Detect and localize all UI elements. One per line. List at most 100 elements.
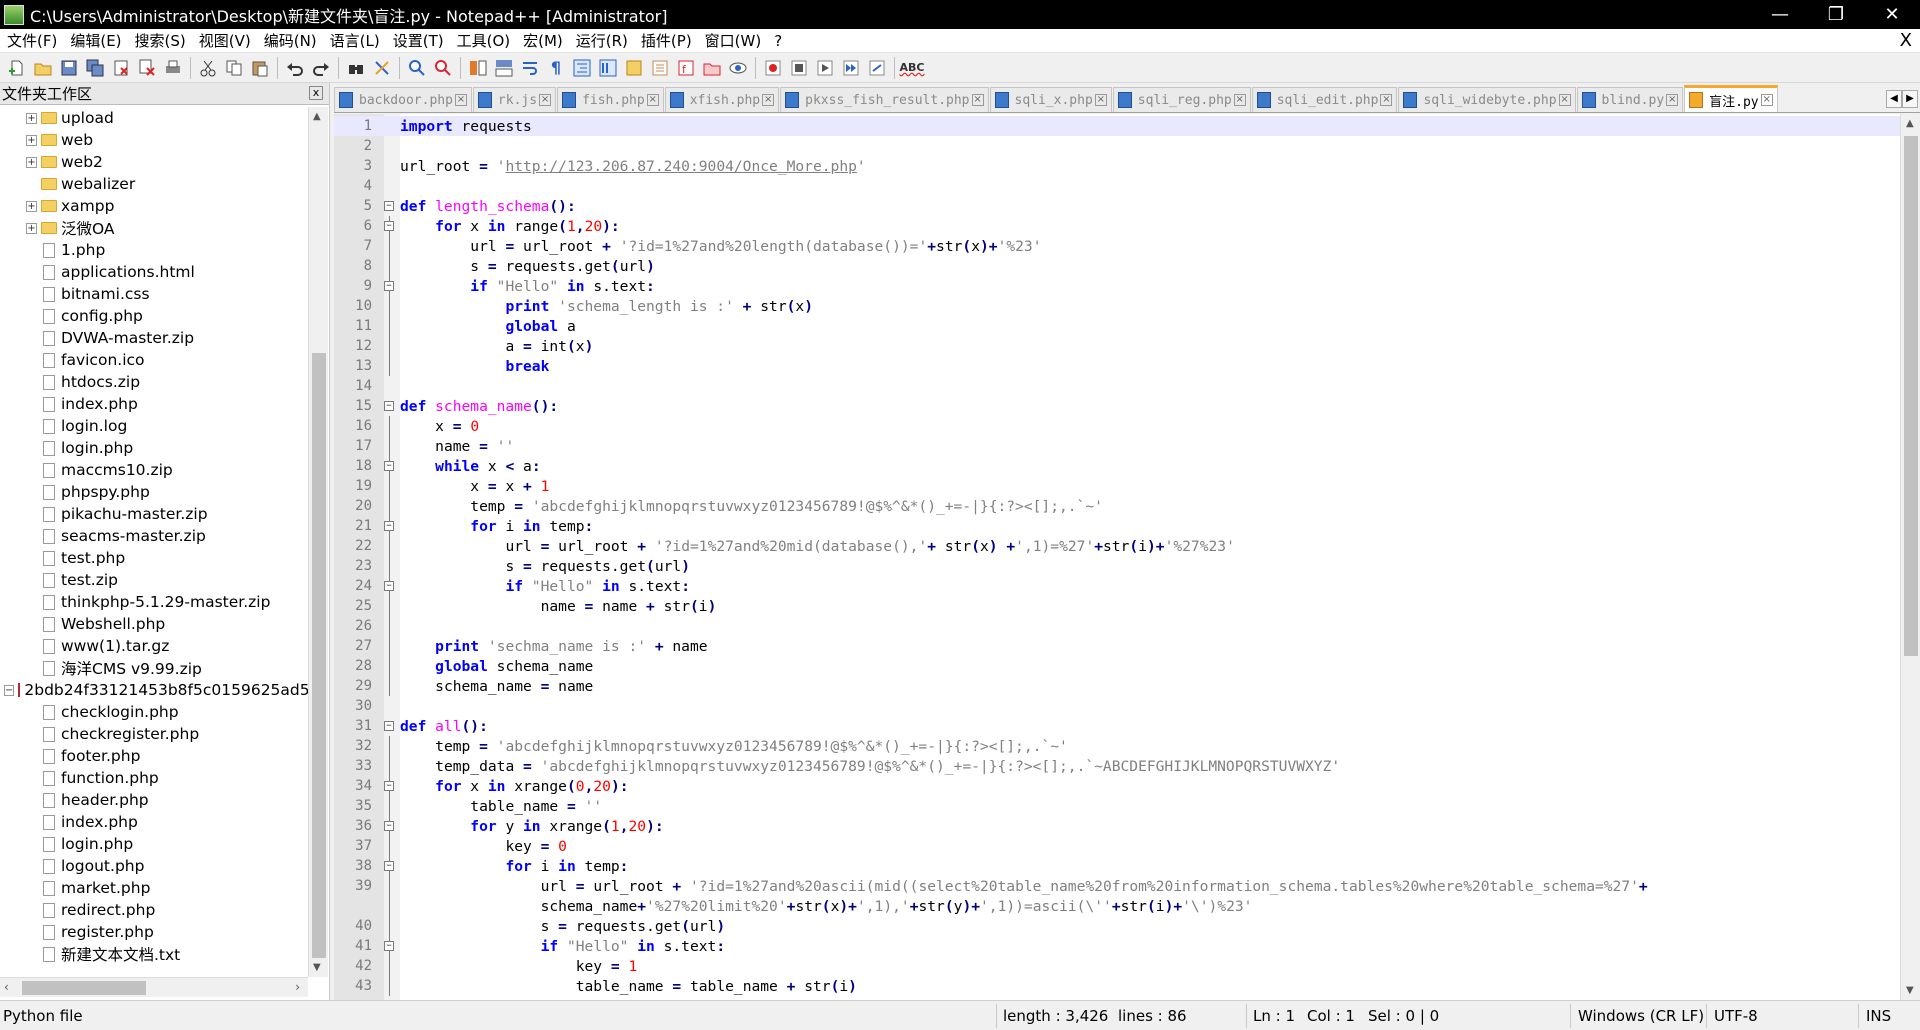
tree-folder-item[interactable]: + 泛微OA [0, 217, 308, 239]
collapse-icon[interactable]: − [4, 684, 15, 696]
record-macro-icon[interactable] [762, 57, 784, 79]
tree-file-item[interactable]: htdocs.zip [0, 371, 308, 393]
tree-file-item[interactable]: index.php [0, 811, 308, 833]
tree-file-item[interactable]: pikachu-master.zip [0, 503, 308, 525]
fold-marker[interactable]: − [372, 816, 400, 836]
code-line[interactable]: 33 temp_data = 'abcdefghijklmnopqrstuvwx… [334, 756, 1900, 776]
tree-folder-item[interactable]: + upload [0, 107, 308, 129]
open-file-icon[interactable] [32, 57, 54, 79]
tab-scroll-left-icon[interactable]: ◀ [1886, 90, 1902, 108]
fold-marker[interactable]: − [372, 716, 400, 736]
code-line[interactable]: 42 key = 1 [334, 956, 1900, 976]
document-tab[interactable]: xfish.php × [664, 87, 780, 112]
code-line[interactable]: 6 − for x in range(1,20): [334, 216, 1900, 236]
code-line[interactable]: 29 schema_name = name [334, 676, 1900, 696]
fold-marker[interactable]: − [372, 396, 400, 416]
save-macro-icon[interactable] [866, 57, 888, 79]
tree-file-item[interactable]: register.php [0, 921, 308, 943]
tree-file-item[interactable]: market.php [0, 877, 308, 899]
code-line[interactable]: 39 url = url_root + '?id=1%27and%20ascii… [334, 876, 1900, 896]
tree-file-item[interactable]: footer.php [0, 745, 308, 767]
tree-file-item[interactable]: login.php [0, 833, 308, 855]
menu-macro[interactable]: 宏(M) [516, 30, 569, 51]
code-line[interactable]: 11 global a [334, 316, 1900, 336]
menu-help[interactable]: ? [767, 32, 788, 50]
document-tab[interactable]: sqli_edit.php × [1251, 87, 1398, 112]
fold-collapse-icon[interactable]: − [384, 521, 394, 531]
tab-scroll-right-icon[interactable]: ▶ [1902, 90, 1918, 108]
tree-file-item[interactable]: www(1).tar.gz [0, 635, 308, 657]
code-line[interactable]: 41 − if "Hello" in s.text: [334, 936, 1900, 956]
tab-close-icon[interactable]: × [539, 94, 552, 106]
document-tab[interactable]: fish.php × [557, 87, 664, 112]
code-line[interactable]: 24 − if "Hello" in s.text: [334, 576, 1900, 596]
fold-marker[interactable]: − [372, 196, 400, 216]
fold-collapse-icon[interactable]: − [384, 401, 394, 411]
code-line[interactable]: 4 [334, 176, 1900, 196]
tab-close-icon[interactable]: × [1094, 94, 1107, 106]
tab-close-icon[interactable]: × [1760, 94, 1773, 106]
code-line[interactable]: 8 s = requests.get(url) [334, 256, 1900, 276]
editor-vertical-scrollbar[interactable]: ▲ ▼ [1900, 114, 1920, 1000]
tree-file-item[interactable]: seacms-master.zip [0, 525, 308, 547]
scroll-up-arrow-icon[interactable]: ▲ [1906, 118, 1914, 129]
close-all-icon[interactable] [136, 57, 158, 79]
tab-close-icon[interactable]: × [762, 94, 775, 106]
code-line[interactable]: 43 table_name = table_name + str(i) [334, 976, 1900, 996]
tree-file-item[interactable]: test.zip [0, 569, 308, 591]
tree-file-item[interactable]: 1.php [0, 239, 308, 261]
cut-icon[interactable] [197, 57, 219, 79]
document-tab[interactable]: sqli_x.php × [989, 87, 1112, 112]
menu-settings[interactable]: 设置(T) [386, 30, 450, 51]
document-tab[interactable]: sqli_widebyte.php × [1398, 87, 1576, 112]
tree-file-item[interactable]: 海洋CMS v9.99.zip [0, 657, 308, 679]
fold-marker[interactable]: − [372, 456, 400, 476]
tree-folder-item[interactable]: + xampp [0, 195, 308, 217]
sync-horizontal-icon[interactable] [493, 57, 515, 79]
code-line[interactable]: 15 − def schema_name(): [334, 396, 1900, 416]
tree-file-item[interactable]: applications.html [0, 261, 308, 283]
tree-file-item[interactable]: 新建文本文档.txt [0, 943, 308, 965]
code-line[interactable]: 19 x = x + 1 [334, 476, 1900, 496]
tree-root-item[interactable]: −2bdb24f33121453b8f5c0159625ad5 [0, 679, 308, 701]
fold-collapse-icon[interactable]: − [384, 461, 394, 471]
code-line[interactable]: 2 [334, 136, 1900, 156]
menu-language[interactable]: 语言(L) [323, 30, 386, 51]
tree-folder-item[interactable]: webalizer [0, 173, 308, 195]
tab-close-icon[interactable]: × [971, 94, 984, 106]
scroll-up-arrow-icon[interactable]: ▲ [313, 111, 321, 122]
tab-close-icon[interactable]: × [1380, 94, 1393, 106]
code-line[interactable]: 10 print 'schema_length is :' + str(x) [334, 296, 1900, 316]
code-area[interactable]: 1 import requests 2 3 url_root = 'http://123… [334, 116, 1900, 996]
folder-tree-vertical-scrollbar[interactable]: ▲ ▼ [308, 107, 328, 977]
tab-close-icon[interactable]: × [646, 94, 659, 106]
show-all-chars-icon[interactable]: ¶ [545, 57, 567, 79]
save-all-icon[interactable] [84, 57, 106, 79]
fold-marker[interactable]: − [372, 576, 400, 596]
code-line[interactable]: 23 s = requests.get(url) [334, 556, 1900, 576]
code-line[interactable]: 37 key = 0 [334, 836, 1900, 856]
doc-list-icon[interactable] [649, 57, 671, 79]
indent-guide-icon[interactable] [571, 57, 593, 79]
code-line[interactable]: 18 − while x < a: [334, 456, 1900, 476]
scroll-down-arrow-icon[interactable]: ▼ [313, 962, 321, 973]
fold-collapse-icon[interactable]: − [384, 201, 394, 211]
tree-folder-item[interactable]: + web [0, 129, 308, 151]
tree-file-item[interactable]: index.php [0, 393, 308, 415]
menu-edit[interactable]: 编辑(E) [63, 30, 127, 51]
minimize-button[interactable]: — [1752, 0, 1808, 29]
scroll-down-arrow-icon[interactable]: ▼ [1906, 985, 1914, 996]
fold-collapse-icon[interactable]: − [384, 941, 394, 951]
fold-collapse-icon[interactable]: − [384, 581, 394, 591]
tree-file-item[interactable]: header.php [0, 789, 308, 811]
save-icon[interactable] [58, 57, 80, 79]
replace-icon[interactable] [371, 57, 393, 79]
language-udl-icon[interactable] [597, 57, 619, 79]
tree-file-item[interactable]: bitnami.css [0, 283, 308, 305]
tree-file-item[interactable]: test.php [0, 547, 308, 569]
fold-marker[interactable]: − [372, 936, 400, 956]
monitoring-icon[interactable] [727, 57, 749, 79]
tree-file-item[interactable]: logout.php [0, 855, 308, 877]
fold-marker[interactable]: − [372, 776, 400, 796]
menu-file[interactable]: 文件(F) [0, 30, 63, 51]
